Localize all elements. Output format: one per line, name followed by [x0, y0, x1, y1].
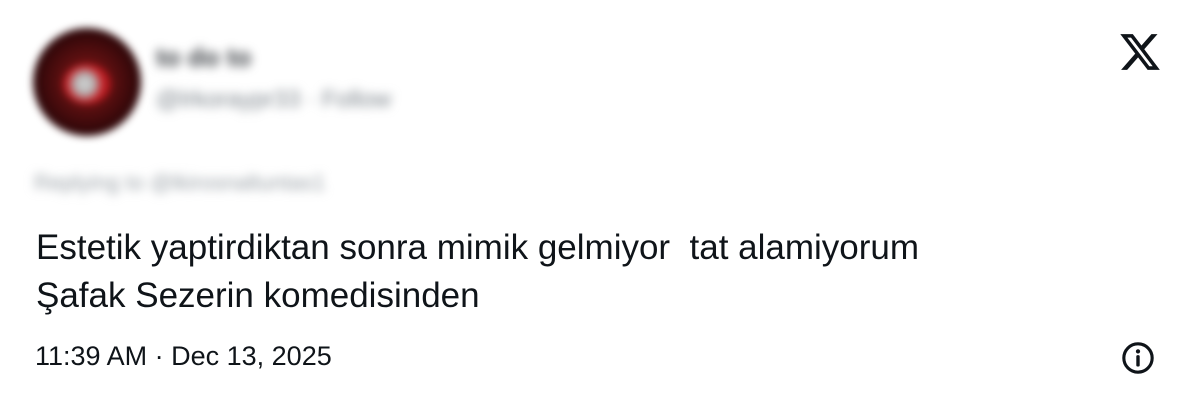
handle[interactable]: @lrkoraypr33	[156, 86, 300, 113]
tweet-time: 11:39 AM	[35, 341, 148, 371]
display-name[interactable]: to do to	[156, 42, 251, 73]
avatar-emblem	[63, 64, 111, 104]
tweet-text: Estetik yaptirdiktan sonra mimik gelmiyo…	[36, 224, 1166, 320]
tweet-text-line: Estetik yaptirdiktan sonra mimik gelmiyo…	[36, 228, 920, 267]
tweet-text-line: Şafak Sezerin komedisinden	[36, 276, 480, 315]
replying-to-context[interactable]: Replying to @lkirosnaltuntas1	[34, 170, 325, 196]
timestamp-separator: ·	[154, 341, 164, 371]
avatar[interactable]	[33, 28, 141, 136]
handle-separator: ·	[307, 86, 316, 113]
info-icon[interactable]	[1121, 341, 1155, 375]
follow-link[interactable]: Follow	[322, 86, 391, 113]
handle-row: @lrkoraypr33 · Follow	[156, 86, 391, 114]
tweet-date: Dec 13, 2025	[171, 341, 332, 371]
x-logo-icon[interactable]	[1118, 30, 1162, 74]
tweet-embed-card: to do to @lrkoraypr33 · Follow Replying …	[0, 0, 1200, 418]
tweet-timestamp[interactable]: 11:39 AM · Dec 13, 2025	[35, 341, 332, 372]
